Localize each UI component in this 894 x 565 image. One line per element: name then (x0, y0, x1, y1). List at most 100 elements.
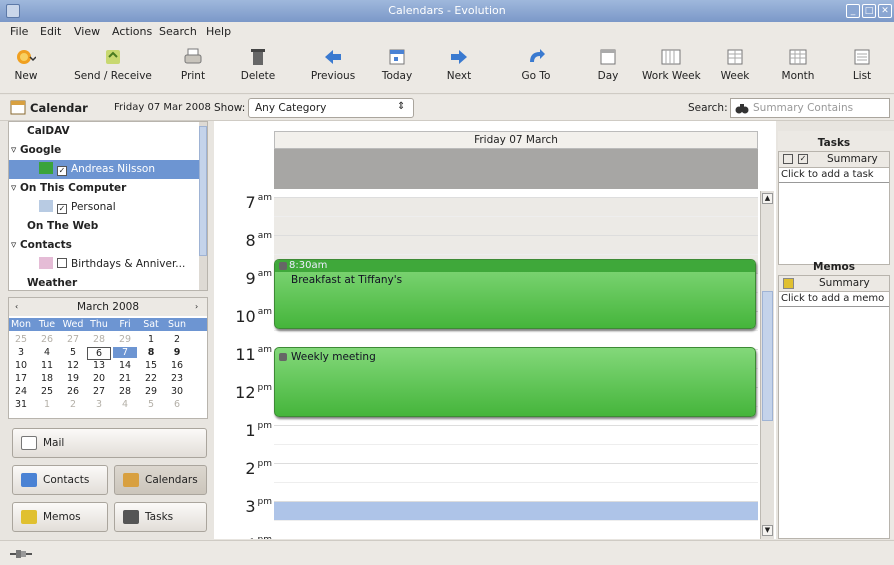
menu-view[interactable]: View (74, 25, 100, 38)
scroll-up-icon[interactable]: ▲ (762, 193, 773, 204)
switch-mail-button[interactable]: Mail (12, 428, 207, 458)
time-slot[interactable] (274, 444, 758, 463)
checkbox[interactable]: ✓ (57, 204, 67, 214)
time-slot[interactable] (274, 520, 758, 539)
source-birthdays[interactable]: Birthdays & Anniver... (9, 255, 201, 274)
day-view[interactable]: Friday 07 March 7 am 8 am 9 am 10 am 11 am 12 pm 1 pm… (214, 121, 776, 539)
calendar-day[interactable]: 12 (61, 360, 85, 371)
calendar-source-list[interactable]: CalDAV ▿ Google ✓ Andreas Nilsson ▿ On Th… (8, 121, 208, 291)
group-google[interactable]: ▿ Google (9, 141, 201, 160)
today-button[interactable]: Today (380, 46, 414, 92)
summary-column[interactable]: Summary (827, 153, 878, 165)
calendar-day[interactable]: 14 (113, 360, 137, 371)
calendar-day[interactable]: 19 (61, 373, 85, 384)
switch-tasks-button[interactable]: Tasks (114, 502, 207, 532)
calendar-day[interactable]: 29 (113, 334, 137, 345)
calendar-day[interactable]: 27 (61, 334, 85, 345)
add-memo-placeholder[interactable]: Click to add a memo (779, 292, 889, 307)
add-task-placeholder[interactable]: Click to add a task (779, 168, 889, 183)
calendar-day[interactable]: 4 (113, 399, 137, 410)
calendar-day[interactable]: 23 (165, 373, 189, 384)
calendar-day[interactable]: 10 (9, 360, 33, 371)
calendar-day[interactable]: 18 (35, 373, 59, 384)
switch-contacts-button[interactable]: Contacts (12, 465, 108, 495)
group-weather[interactable]: Weather (9, 274, 201, 290)
time-slot[interactable] (274, 216, 758, 235)
calendar-day[interactable]: 7 (113, 347, 137, 358)
checkbox[interactable]: ✓ (57, 166, 67, 176)
calendar-day[interactable]: 3 (87, 399, 111, 410)
memos-column-header[interactable]: Summary (779, 276, 889, 292)
delete-button[interactable]: Delete (240, 46, 276, 92)
group-contacts[interactable]: ▿ Contacts (9, 236, 201, 255)
minimize-icon[interactable]: _ (846, 4, 860, 18)
list-view-button[interactable]: List (848, 46, 876, 92)
calendar-day[interactable]: 20 (87, 373, 111, 384)
scroll-thumb[interactable] (762, 291, 773, 421)
calendar-day[interactable]: 28 (87, 334, 111, 345)
time-slot[interactable] (274, 463, 758, 482)
menu-edit[interactable]: Edit (40, 25, 61, 38)
menu-help[interactable]: Help (206, 25, 231, 38)
switch-memos-button[interactable]: Memos (12, 502, 108, 532)
calendar-day[interactable]: 4 (35, 347, 59, 358)
calendar-day[interactable]: 31 (9, 399, 33, 410)
calendar-day[interactable]: 21 (113, 373, 137, 384)
prev-month-icon[interactable]: ‹ (15, 298, 18, 316)
calendar-day[interactable]: 3 (9, 347, 33, 358)
tree-scrollbar[interactable] (199, 122, 207, 290)
menu-search[interactable]: Search (159, 25, 197, 38)
next-button[interactable]: Next (444, 46, 474, 92)
time-slot[interactable] (274, 425, 758, 444)
event-weekly-meeting[interactable]: Weekly meeting (274, 347, 756, 417)
maximize-icon[interactable]: □ (862, 4, 876, 18)
day-column-header[interactable]: Friday 07 March (274, 131, 758, 149)
menu-file[interactable]: File (10, 25, 28, 38)
calendar-day[interactable]: 5 (61, 347, 85, 358)
search-input[interactable]: Summary Contains (730, 98, 890, 118)
source-andreas-nilsson[interactable]: ✓ Andreas Nilsson (9, 160, 201, 179)
new-button[interactable]: New (6, 46, 46, 92)
calendar-day[interactable]: 26 (61, 386, 85, 397)
scroll-down-icon[interactable]: ▼ (762, 525, 773, 536)
calendar-day[interactable]: 6 (165, 399, 189, 410)
calendar-day[interactable]: 2 (61, 399, 85, 410)
calendar-day[interactable]: 1 (139, 334, 163, 345)
group-caldav[interactable]: CalDAV (9, 122, 201, 141)
checkbox[interactable] (57, 258, 67, 268)
switch-calendars-button[interactable]: Calendars (114, 465, 207, 495)
calendar-day[interactable]: 26 (35, 334, 59, 345)
time-slot[interactable] (274, 482, 758, 501)
calendar-day[interactable]: 30 (165, 386, 189, 397)
work-week-view-button[interactable]: Work Week (642, 46, 701, 92)
previous-button[interactable]: Previous (308, 46, 358, 92)
group-on-the-web[interactable]: On The Web (9, 217, 201, 236)
calendar-day[interactable]: 17 (9, 373, 33, 384)
summary-column[interactable]: Summary (819, 277, 870, 289)
calendar-day[interactable]: 11 (35, 360, 59, 371)
calendar-day[interactable]: 8 (139, 347, 163, 358)
calendar-day[interactable]: 16 (165, 360, 189, 371)
event-breakfast[interactable]: 8:30am Breakfast at Tiffany's (274, 259, 756, 329)
time-slot[interactable] (274, 235, 758, 254)
month-view-button[interactable]: Month (780, 46, 816, 92)
calendar-day[interactable]: 15 (139, 360, 163, 371)
day-view-scrollbar[interactable]: ▲ ▼ (760, 191, 774, 539)
next-month-icon[interactable]: › (195, 298, 198, 316)
calendar-day[interactable]: 28 (113, 386, 137, 397)
menu-actions[interactable]: Actions (112, 25, 152, 38)
calendar-day[interactable]: 25 (9, 334, 33, 345)
expander-icon[interactable]: ▿ (11, 239, 20, 251)
print-button[interactable]: Print (176, 46, 210, 92)
category-select[interactable]: Any Category ⇕ (248, 98, 414, 118)
day-view-button[interactable]: Day (596, 46, 620, 92)
all-day-events-area[interactable] (274, 149, 758, 189)
group-on-this-computer[interactable]: ▿ On This Computer (9, 179, 201, 198)
memos-list[interactable]: Summary Click to add a memo (778, 275, 890, 539)
calendar-day[interactable]: 27 (87, 386, 111, 397)
calendar-day[interactable]: 9 (165, 347, 189, 358)
calendar-day[interactable]: 29 (139, 386, 163, 397)
send-receive-button[interactable]: Send / Receive (72, 46, 154, 92)
expander-icon[interactable]: ▿ (11, 144, 20, 156)
tasks-list[interactable]: ✓ Summary Click to add a task (778, 151, 890, 265)
